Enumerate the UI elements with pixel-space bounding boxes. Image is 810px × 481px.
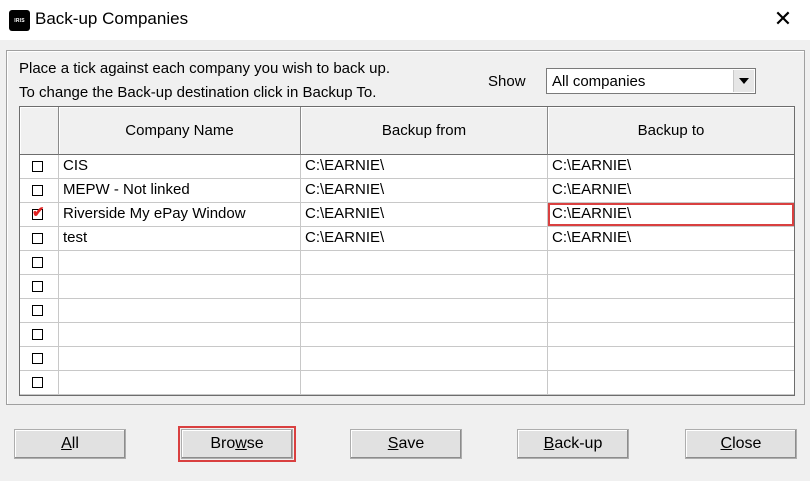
show-label: Show	[488, 73, 526, 90]
table-row[interactable]: test C:\EARNIE\ C:\EARNIE\	[20, 227, 794, 251]
backup-to-cell[interactable]	[548, 275, 794, 298]
companies-table: Company Name Backup from Backup to CIS C:…	[19, 106, 795, 396]
row-select-cell	[20, 299, 59, 322]
save-button[interactable]: Save	[350, 429, 462, 459]
table-row[interactable]	[20, 299, 794, 323]
backup-to-cell[interactable]: C:\EARNIE\	[548, 155, 794, 178]
row-select-cell	[20, 371, 59, 394]
row-checkbox[interactable]	[32, 233, 43, 244]
row-checkbox[interactable]	[32, 257, 43, 268]
app-logo-icon: IRIS	[9, 10, 30, 31]
company-name-cell	[59, 299, 301, 322]
save-label-post: ave	[398, 435, 425, 452]
table-row[interactable]: ✔ Riverside My ePay Window C:\EARNIE\ C:\EA…	[20, 203, 794, 227]
backup-from-cell	[301, 251, 548, 274]
window-title: Back-up Companies	[35, 9, 189, 28]
row-select-cell	[20, 155, 59, 178]
row-checkbox[interactable]	[32, 161, 43, 172]
save-label-key: S	[387, 435, 399, 452]
header-company-name[interactable]: Company Name	[59, 107, 301, 155]
instruction-line-2: To change the Back-up destination click …	[19, 84, 377, 101]
close-label-key: C	[720, 435, 733, 452]
backup-to-cell[interactable]	[548, 299, 794, 322]
browse-label-post: se	[246, 435, 264, 452]
table-row[interactable]: CIS C:\EARNIE\ C:\EARNIE\	[20, 155, 794, 179]
show-dropdown-value: All companies	[552, 73, 646, 90]
header-select	[20, 107, 59, 155]
row-select-cell	[20, 347, 59, 370]
chevron-down-icon	[739, 78, 749, 84]
backup-from-cell: C:\EARNIE\	[301, 227, 548, 250]
checkmark-icon: ✔	[32, 204, 45, 221]
backup-to-cell[interactable]: C:\EARNIE\	[548, 227, 794, 250]
all-button[interactable]: All	[14, 429, 126, 459]
backup-to-cell[interactable]	[548, 371, 794, 394]
row-checkbox[interactable]	[32, 377, 43, 388]
table-row[interactable]	[20, 275, 794, 299]
close-button[interactable]: Close	[685, 429, 797, 459]
backup-label-key: B	[543, 435, 555, 452]
company-name-cell	[59, 323, 301, 346]
backup-from-cell	[301, 275, 548, 298]
table-row[interactable]	[20, 371, 794, 395]
back-up-button[interactable]: Back-up	[517, 429, 629, 459]
close-icon[interactable]: ✕	[768, 4, 798, 34]
backup-from-cell	[301, 299, 548, 322]
row-select-cell: ✔	[20, 203, 59, 226]
company-name-cell: Riverside My ePay Window	[59, 203, 301, 226]
company-name-cell: test	[59, 227, 301, 250]
backup-from-cell: C:\EARNIE\	[301, 179, 548, 202]
backup-from-cell	[301, 323, 548, 346]
header-backup-to[interactable]: Backup to	[548, 107, 794, 155]
all-label-key: A	[61, 435, 72, 452]
dropdown-arrow-button[interactable]	[733, 70, 754, 92]
row-checkbox[interactable]	[32, 305, 43, 316]
title-bar: IRIS Back-up Companies ✕	[0, 0, 810, 40]
show-dropdown[interactable]: All companies	[546, 68, 756, 94]
table-row[interactable]	[20, 347, 794, 371]
row-select-cell	[20, 323, 59, 346]
company-name-cell: MEPW - Not linked	[59, 179, 301, 202]
backup-to-cell[interactable]: C:\EARNIE\	[548, 203, 794, 226]
company-name-cell: CIS	[59, 155, 301, 178]
all-label-post: ll	[71, 435, 79, 452]
row-checkbox[interactable]	[32, 353, 43, 364]
company-name-cell	[59, 347, 301, 370]
row-select-cell	[20, 227, 59, 250]
backup-to-cell[interactable]	[548, 323, 794, 346]
browse-label-pre: Bro	[210, 435, 236, 452]
table-row[interactable]	[20, 323, 794, 347]
backup-to-cell[interactable]	[548, 251, 794, 274]
browse-label-key: w	[235, 435, 247, 452]
row-checkbox[interactable]: ✔	[32, 205, 45, 220]
company-name-cell	[59, 251, 301, 274]
app-logo-text: IRIS	[14, 17, 25, 24]
backup-from-cell	[301, 371, 548, 394]
company-name-cell	[59, 275, 301, 298]
table-row[interactable]: MEPW - Not linked C:\EARNIE\ C:\EARNIE\	[20, 179, 794, 203]
header-backup-from[interactable]: Backup from	[301, 107, 548, 155]
backup-from-cell: C:\EARNIE\	[301, 203, 548, 226]
row-select-cell	[20, 275, 59, 298]
row-select-cell	[20, 179, 59, 202]
company-name-cell	[59, 371, 301, 394]
close-label-post: lose	[732, 435, 762, 452]
backup-from-cell	[301, 347, 548, 370]
backup-from-cell: C:\EARNIE\	[301, 155, 548, 178]
backup-to-cell[interactable]: C:\EARNIE\	[548, 179, 794, 202]
backup-label-post: ack-up	[554, 435, 603, 452]
instruction-line-1: Place a tick against each company you wi…	[19, 60, 391, 77]
row-select-cell	[20, 251, 59, 274]
row-checkbox[interactable]	[32, 329, 43, 340]
table-row[interactable]	[20, 251, 794, 275]
row-checkbox[interactable]	[32, 281, 43, 292]
backup-to-cell[interactable]	[548, 347, 794, 370]
browse-button[interactable]: Bro w se	[178, 426, 296, 462]
row-checkbox[interactable]	[32, 185, 43, 196]
